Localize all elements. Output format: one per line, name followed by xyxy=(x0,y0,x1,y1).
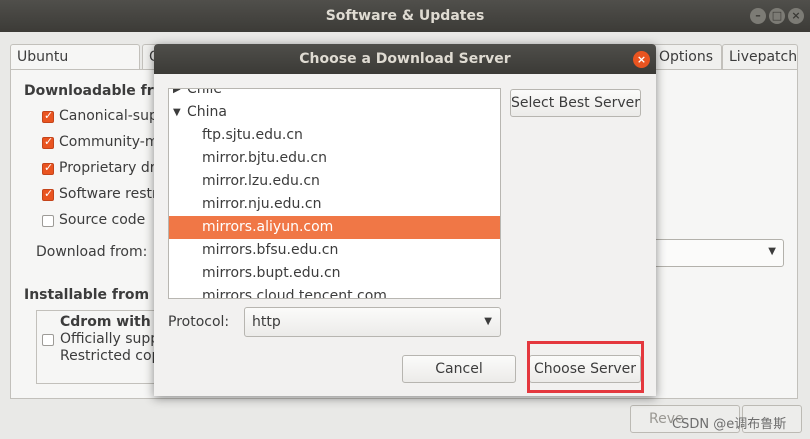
download-from-dropdown[interactable]: ▼ xyxy=(650,239,784,267)
chevron-down-icon: ▼ xyxy=(484,316,492,327)
downloadable-heading: Downloadable from xyxy=(24,83,154,99)
installable-heading: Installable from C xyxy=(24,287,154,303)
maximize-icon[interactable]: □ xyxy=(769,8,785,24)
mirror-name: mirror.nju.edu.cn xyxy=(202,196,322,212)
mirror-row[interactable]: mirror.bjtu.edu.cn xyxy=(169,147,500,170)
server-list[interactable]: ▶ Chile ▼ China ftp.sjtu.edu.cn mirror.bjtu.e… xyxy=(168,88,501,299)
country-name: China xyxy=(187,104,227,120)
source-checkbox[interactable] xyxy=(42,135,54,149)
source-checkbox-label: Canonical-supp xyxy=(59,108,154,124)
chevron-down-icon: ▼ xyxy=(768,246,776,257)
mirror-name: mirror.bjtu.edu.cn xyxy=(202,150,327,166)
cdrom-checkbox[interactable] xyxy=(42,334,54,346)
protocol-select[interactable]: http ▼ xyxy=(244,307,501,337)
dialog-titlebar: Choose a Download Server × xyxy=(154,44,656,74)
select-best-server-button[interactable]: Select Best Server xyxy=(510,89,641,117)
source-checkbox-label: Community-m xyxy=(59,134,154,150)
mirror-row[interactable]: mirrors.bfsu.edu.cn xyxy=(169,239,500,262)
mirror-name: mirrors.aliyun.com xyxy=(202,219,334,235)
source-checkbox[interactable] xyxy=(42,109,54,123)
watermark: CSDN @e调布鲁斯 xyxy=(672,417,787,432)
protocol-label: Protocol: xyxy=(168,314,230,330)
country-row[interactable]: ▼ China xyxy=(169,101,500,124)
window-titlebar: Software & Updates – □ × xyxy=(0,0,810,32)
tab-ubuntu-software[interactable]: Ubuntu Software xyxy=(10,44,140,89)
expander-closed-icon[interactable]: ▶ xyxy=(173,89,181,101)
mirror-row[interactable]: mirrors.aliyun.com xyxy=(169,216,500,239)
mirror-row[interactable]: mirrors.cloud.tencent.com xyxy=(169,285,500,299)
country-row[interactable]: ▶ Chile xyxy=(169,88,500,101)
dialog-close-icon[interactable]: × xyxy=(633,51,650,68)
source-checkbox[interactable] xyxy=(42,215,54,227)
cdrom-title: Cdrom with U xyxy=(60,314,154,330)
source-checkbox-label: Proprietary dr xyxy=(59,160,154,176)
cdrom-line1: Officially supp xyxy=(60,331,154,347)
mirror-row[interactable]: mirrors.bupt.edu.cn xyxy=(169,262,500,285)
tab-livepatch[interactable]: Livepatch xyxy=(722,44,798,70)
mirror-row[interactable]: mirror.lzu.edu.cn xyxy=(169,170,500,193)
close-icon[interactable]: × xyxy=(788,8,804,24)
source-checkbox-label: Software restr xyxy=(59,186,154,202)
dialog-title: Choose a Download Server xyxy=(299,51,511,67)
source-checkbox[interactable] xyxy=(42,161,54,175)
highlight-box xyxy=(527,341,644,393)
download-from-label: Download from: xyxy=(36,244,148,260)
mirror-row[interactable]: mirror.nju.edu.cn xyxy=(169,193,500,216)
mirror-name: ftp.sjtu.edu.cn xyxy=(202,127,303,143)
protocol-value: http xyxy=(252,314,281,330)
expander-open-icon[interactable]: ▼ xyxy=(173,101,181,124)
window-title: Software & Updates xyxy=(325,8,485,24)
cancel-button[interactable]: Cancel xyxy=(402,355,516,383)
minimize-icon[interactable]: – xyxy=(750,8,766,24)
source-checkbox[interactable] xyxy=(42,187,54,201)
source-checkbox-label: Source code xyxy=(59,212,146,228)
mirror-row[interactable]: ftp.sjtu.edu.cn xyxy=(169,124,500,147)
tab-options[interactable]: Options xyxy=(652,44,722,70)
mirror-name: mirror.lzu.edu.cn xyxy=(202,173,320,189)
cdrom-line2: Restricted cop xyxy=(60,348,154,364)
country-name: Chile xyxy=(187,88,223,97)
mirror-name: mirrors.bfsu.edu.cn xyxy=(202,242,339,258)
mirror-name: mirrors.bupt.edu.cn xyxy=(202,265,341,281)
mirror-name: mirrors.cloud.tencent.com xyxy=(202,288,387,299)
